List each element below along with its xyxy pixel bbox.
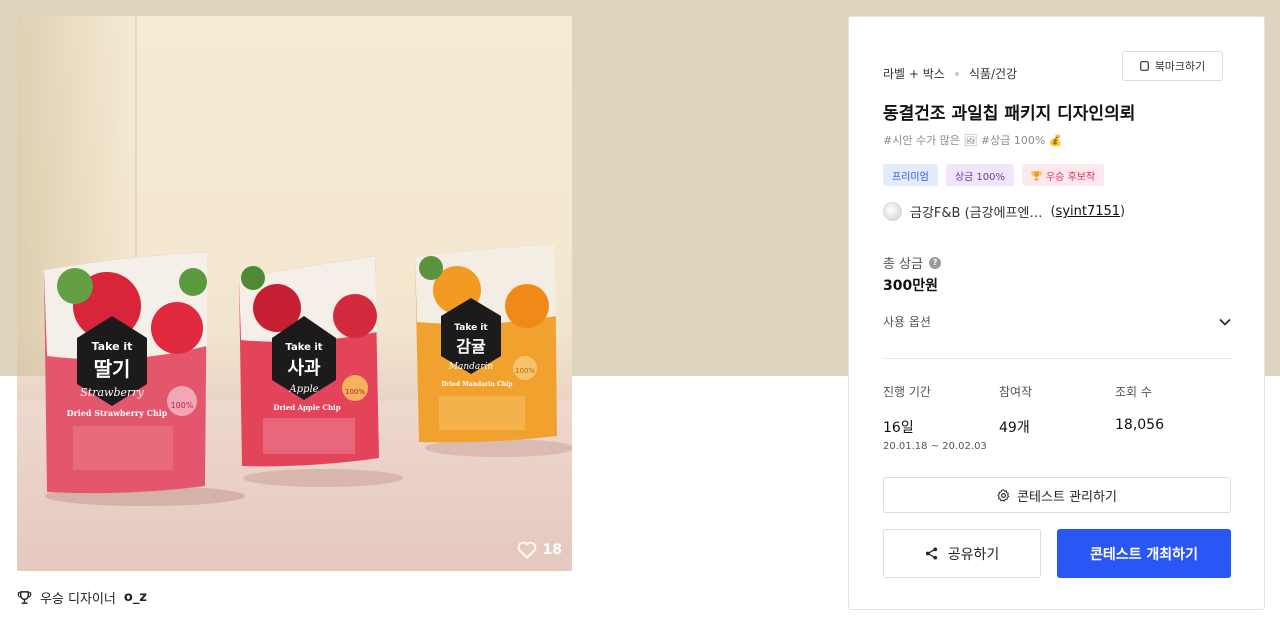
apple-chip: Dried Apple Chip (273, 403, 340, 412)
apple-script: Apple (288, 384, 318, 395)
stat-entries: 참여작 49개 (999, 385, 1033, 436)
mandarin-brand: Take it (454, 323, 488, 333)
apple-badge: 100% (345, 388, 365, 396)
host-name: 금강F&B (금강에프엔… (910, 206, 1043, 221)
premium-badge: 프리미엄 (883, 164, 938, 186)
bookmark-button[interactable]: 북마크하기 (1122, 51, 1223, 81)
stat-period: 진행 기간 16일 20.01.18 ~ 20.02.03 (883, 385, 987, 452)
manage-contest-label: 콘테스트 관리하기 (1017, 489, 1117, 505)
contest-title: 동결건조 과일칩 패키지 디자인의뢰 (883, 104, 1136, 124)
total-prize-value: 300만원 (883, 278, 938, 294)
like-count: 18 (542, 542, 562, 558)
share-label: 공유하기 (947, 546, 1000, 563)
category-secondary[interactable]: 식품/건강 (969, 65, 1017, 82)
contest-main-image[interactable]: Take it 딸기 Strawberry Dried Strawberry C… (17, 16, 572, 571)
winner-candidate-badge: 우승 후보작 (1021, 164, 1105, 186)
manage-contest-button[interactable]: 콘테스트 관리하기 (883, 477, 1231, 513)
trophy-icon (1031, 170, 1042, 180)
strawberry-name: 딸기 (94, 357, 131, 381)
strawberry-brand: Take it (92, 340, 133, 353)
bookmark-label: 북마크하기 (1154, 60, 1206, 73)
strawberry-script: Strawberry (80, 386, 144, 399)
gear-icon (997, 488, 1010, 502)
total-prize-label: 총 상금 ? (883, 253, 942, 272)
category-primary[interactable]: 라벨 + 박스 (883, 65, 945, 82)
strawberry-pouch: Take it 딸기 Strawberry Dried Strawberry C… (44, 252, 207, 494)
strawberry-badge: 100% (171, 401, 194, 410)
apple-pouch: Take it 사과 Apple Dried Apple Chip 100% (239, 256, 379, 467)
divider (883, 358, 1231, 359)
share-button[interactable]: 공유하기 (883, 529, 1041, 578)
host-contest-label: 콘테스트 개최하기 (1090, 546, 1198, 563)
strawberry-chip: Dried Strawberry Chip (67, 408, 168, 418)
contest-tags: #시안 수가 많은 🖼 #상금 100% 💰 (883, 134, 1063, 147)
trophy-icon (17, 591, 32, 604)
usage-options-label: 사용 옵션 (883, 315, 931, 329)
breadcrumb-separator (954, 71, 959, 76)
mandarin-name: 감귤 (456, 337, 486, 356)
category-breadcrumb: 라벨 + 박스 식품/건강 (883, 65, 1017, 82)
winner-designer[interactable]: 우승 디자이너 o_z (17, 588, 147, 607)
mandarin-chip: Dried Mandarin Chip (441, 381, 512, 388)
prize-badge: 상금 100% (945, 164, 1014, 186)
apple-name: 사과 (287, 358, 321, 379)
mandarin-pouch: Take it 감귤 Mandarin Dried Mandarin Chip … (415, 244, 557, 443)
contest-info-panel: 라벨 + 박스 식품/건강 북마크하기 동결건조 과일칩 패키지 디자인의뢰 #… (848, 16, 1265, 610)
bookmark-icon (1139, 61, 1149, 71)
usage-options-toggle[interactable]: 사용 옵션 (883, 313, 1231, 330)
like-button[interactable]: 18 (517, 541, 562, 559)
host-info[interactable]: 금강F&B (금강에프엔… (syint7151) (883, 202, 1125, 221)
share-icon (925, 547, 937, 560)
help-icon[interactable]: ? (929, 256, 942, 269)
host-contest-button[interactable]: 콘테스트 개최하기 (1057, 529, 1231, 578)
host-avatar (883, 202, 902, 221)
heart-icon (517, 541, 536, 559)
badge-row: 프리미엄 상금 100% 우승 후보작 (883, 164, 1105, 186)
mandarin-script: Mandarin (448, 362, 494, 372)
winner-name[interactable]: o_z (124, 590, 147, 605)
apple-brand: Take it (285, 342, 322, 353)
product-photo: Take it 딸기 Strawberry Dried Strawberry C… (44, 244, 572, 506)
mandarin-badge: 100% (515, 367, 535, 375)
winner-prefix: 우승 디자이너 (40, 592, 116, 607)
chevron-down-icon (1219, 318, 1231, 326)
host-id-link[interactable]: syint7151 (1056, 204, 1121, 219)
stat-views: 조회 수 18,056 (1115, 385, 1164, 433)
